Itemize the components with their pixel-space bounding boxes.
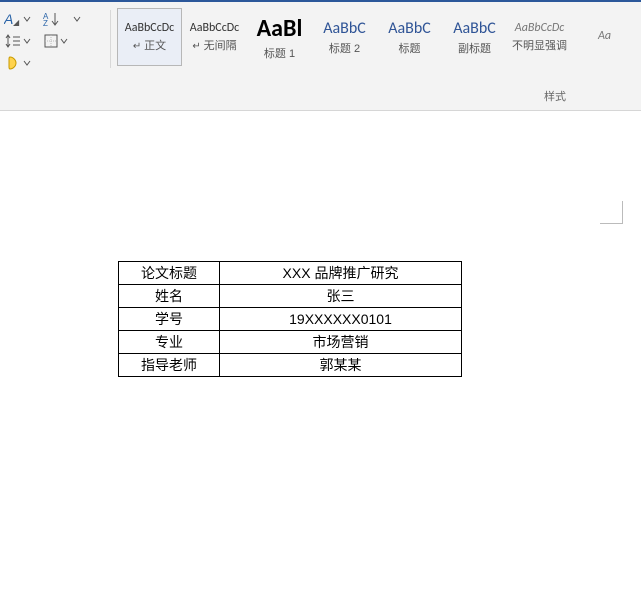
style-sample: AaBbCcDc — [515, 21, 564, 35]
field-value[interactable]: 张三 — [220, 285, 462, 308]
table-row[interactable]: 指导老师郭某某 — [119, 354, 462, 377]
style-name-label: ↵ 正文 — [133, 37, 166, 53]
ribbon: A◢ AZ — [0, 0, 641, 111]
table-row[interactable]: 专业市场营销 — [119, 331, 462, 354]
field-label[interactable]: 姓名 — [119, 285, 220, 308]
style-标题 1[interactable]: AaBl 标题 1 — [247, 8, 312, 66]
style-sample: AaBbCcDc — [190, 21, 239, 35]
style-标题 2[interactable]: AaBbC 标题 2 — [312, 8, 377, 66]
field-label[interactable]: 指导老师 — [119, 354, 220, 377]
style-name-label: ↵ 无间隔 — [192, 37, 236, 53]
style-sample: Aa — [598, 29, 611, 43]
margin-corner-mark — [600, 201, 623, 224]
style-sample: AaBbC — [323, 19, 366, 38]
style-正文[interactable]: AaBbCcDc ↵ 正文 — [117, 8, 182, 66]
styles-group-label: 样式 — [544, 88, 566, 104]
style-name-label: 不明显强调 — [512, 37, 567, 53]
line-spacing-button[interactable] — [4, 33, 31, 49]
document-canvas[interactable]: 论文标题XXX 品牌推广研究姓名张三学号19XXXXXX0101专业市场营销指导… — [0, 125, 641, 591]
style-more[interactable]: Aa — [572, 8, 637, 66]
style-sample: AaBbCcDc — [125, 21, 174, 35]
style-name-label: 标题 — [399, 40, 421, 56]
thesis-info-table[interactable]: 论文标题XXX 品牌推广研究姓名张三学号19XXXXXX0101专业市场营销指导… — [118, 261, 462, 377]
style-sample: AaBl — [257, 14, 303, 43]
style-sample: AaBbC — [388, 19, 431, 38]
style-name-label: 标题 2 — [329, 40, 360, 56]
text-effects-button[interactable]: A◢ — [4, 11, 31, 27]
field-label[interactable]: 专业 — [119, 331, 220, 354]
borders-button[interactable] — [43, 33, 68, 49]
svg-text:Z: Z — [43, 19, 48, 27]
field-label[interactable]: 论文标题 — [119, 262, 220, 285]
style-name-label: 副标题 — [458, 40, 491, 56]
field-value[interactable]: 19XXXXXX0101 — [220, 308, 462, 331]
paragraph-group: A◢ AZ — [4, 8, 108, 76]
document-area: 论文标题XXX 品牌推广研究姓名张三学号19XXXXXX0101专业市场营销指导… — [0, 111, 641, 591]
field-label[interactable]: 学号 — [119, 308, 220, 331]
style-sample: AaBbC — [453, 19, 496, 38]
sort-button[interactable]: AZ — [43, 11, 61, 27]
table-row[interactable]: 论文标题XXX 品牌推广研究 — [119, 262, 462, 285]
style-副标题[interactable]: AaBbC 副标题 — [442, 8, 507, 66]
styles-gallery[interactable]: AaBbCcDc ↵ 正文 AaBbCcDc ↵ 无间隔 AaBl 标题 1 AaBbC 标题… — [111, 8, 637, 76]
shading-button[interactable] — [4, 55, 31, 71]
svg-text:◢: ◢ — [13, 18, 20, 27]
field-value[interactable]: 郭某某 — [220, 354, 462, 377]
page[interactable]: 论文标题XXX 品牌推广研究姓名张三学号19XXXXXX0101专业市场营销指导… — [0, 125, 641, 591]
table-row[interactable]: 姓名张三 — [119, 285, 462, 308]
style-标题[interactable]: AaBbC 标题 — [377, 8, 442, 66]
style-name-label: 标题 1 — [264, 45, 295, 61]
show-marks-button[interactable] — [73, 15, 81, 23]
style-不明显强调[interactable]: AaBbCcDc 不明显强调 — [507, 8, 572, 66]
svg-text:A: A — [4, 11, 13, 27]
field-value[interactable]: XXX 品牌推广研究 — [220, 262, 462, 285]
field-value[interactable]: 市场营销 — [220, 331, 462, 354]
table-row[interactable]: 学号19XXXXXX0101 — [119, 308, 462, 331]
style-无间隔[interactable]: AaBbCcDc ↵ 无间隔 — [182, 8, 247, 66]
